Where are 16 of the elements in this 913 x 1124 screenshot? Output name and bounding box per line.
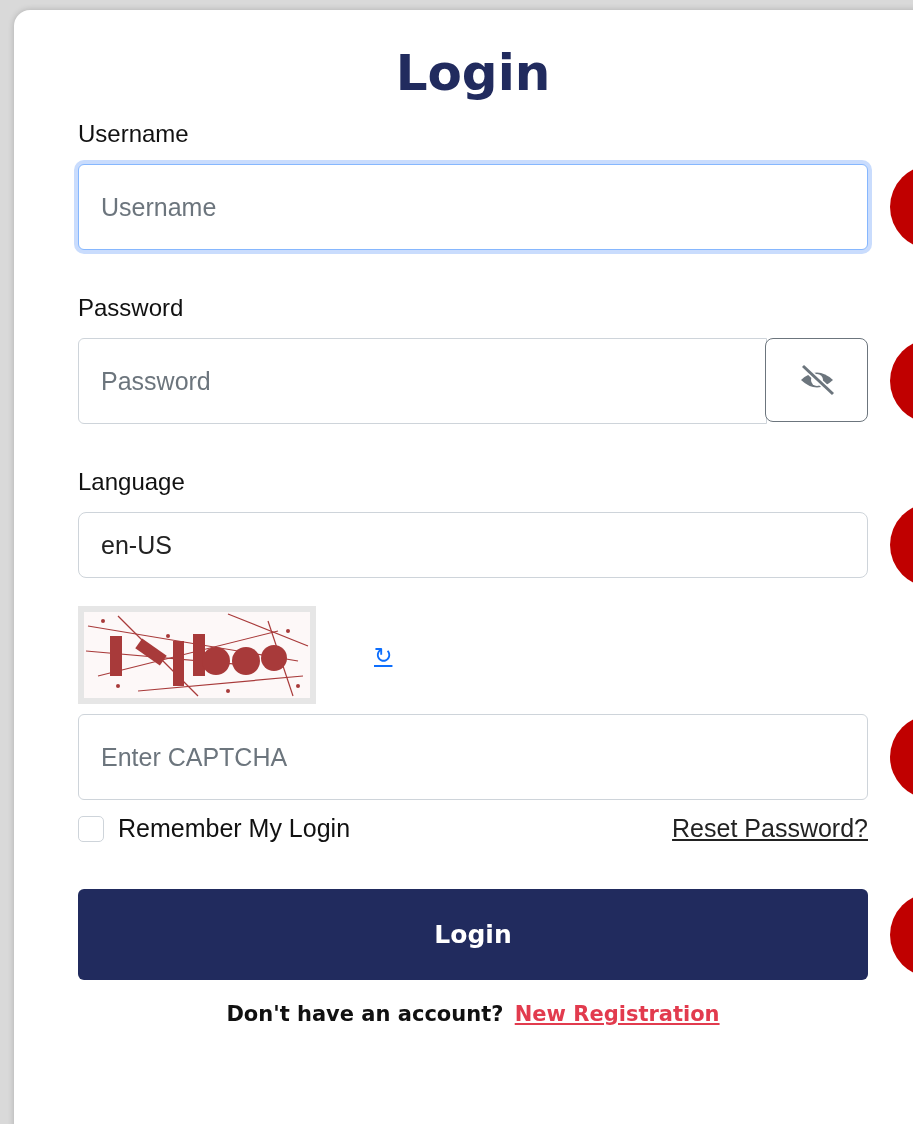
remember-checkbox[interactable] (78, 815, 104, 842)
remember-label: Remember My Login (118, 814, 351, 843)
field-label: Language (78, 468, 186, 496)
username-field[interactable]: Username (78, 164, 868, 250)
footer-text: Don't have an account? (226, 1002, 504, 1026)
password-field[interactable]: Password (78, 338, 767, 424)
refresh-captcha-button[interactable]: ↻ (374, 642, 393, 668)
reset-password-link[interactable]: Reset Password? (672, 814, 868, 843)
login-button[interactable]: Login (78, 889, 868, 980)
field-label: Password (78, 294, 185, 322)
language-select[interactable]: en-US (78, 512, 868, 578)
captcha-field[interactable]: Enter CAPTCHA (78, 714, 868, 800)
registration-link[interactable]: New Registration (514, 1002, 720, 1026)
login-title: Login (394, 43, 552, 104)
toggle-password-button[interactable] (765, 338, 868, 422)
field-label: Username (78, 120, 190, 148)
